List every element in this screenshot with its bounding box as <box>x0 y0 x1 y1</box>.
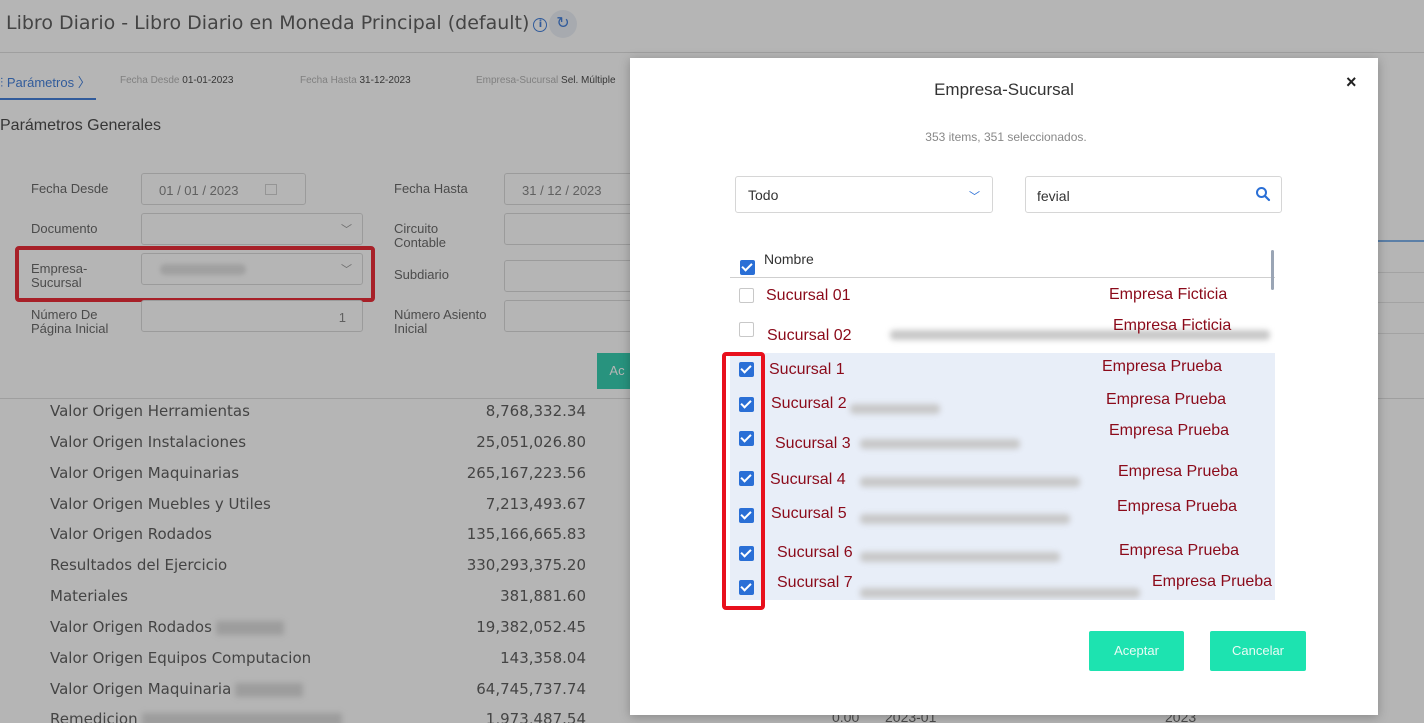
list-item[interactable]: Sucursal 2 Empresa Prueba <box>730 389 1275 423</box>
item-checkbox[interactable] <box>739 322 754 337</box>
item-company: Empresa Prueba <box>1118 463 1239 480</box>
blurred-text <box>860 588 1140 598</box>
filter-select-value: Todo <box>748 187 779 203</box>
search-input[interactable]: fevial <box>1025 176 1282 213</box>
item-name: Sucursal 2 <box>771 395 847 412</box>
item-company: Empresa Prueba <box>1106 391 1227 408</box>
list-item[interactable]: Sucursal 1 Empresa Prueba <box>730 355 1275 389</box>
filter-select[interactable]: Todo ﹀ <box>735 176 993 213</box>
item-company: Empresa Ficticia <box>1109 286 1228 303</box>
list-item[interactable]: Sucursal 5 Empresa Prueba <box>730 491 1275 525</box>
branch-list: Sucursal 01 Empresa Ficticia Sucursal 02… <box>730 278 1275 600</box>
chevron-down-icon: ﹀ <box>969 191 980 203</box>
list-item[interactable]: Sucursal 7 Empresa Prueba <box>730 560 1275 598</box>
selection-count: 353 items, 351 seleccionados. <box>925 130 1087 144</box>
item-company: Empresa Prueba <box>1119 542 1240 559</box>
item-company: Empresa Prueba <box>1152 573 1273 590</box>
item-company: Empresa Prueba <box>1117 498 1238 515</box>
list-item[interactable]: Sucursal 01 Empresa Ficticia <box>730 278 1275 312</box>
blurred-text <box>860 439 1020 449</box>
item-name: Sucursal 01 <box>766 287 851 304</box>
cancel-button[interactable]: Cancelar <box>1210 631 1306 671</box>
blurred-text <box>860 514 1070 524</box>
blurred-text <box>850 404 940 414</box>
close-icon[interactable]: × <box>1346 72 1357 93</box>
item-name: Sucursal 7 <box>777 574 853 591</box>
highlight-box-checkboxes <box>722 352 765 610</box>
list-header: Nombre <box>730 243 1275 278</box>
item-name: Sucursal 1 <box>769 361 845 378</box>
item-name: Sucursal 3 <box>775 435 851 452</box>
item-name: Sucursal 02 <box>767 327 852 344</box>
list-item[interactable]: Sucursal 6 Empresa Prueba <box>730 526 1275 562</box>
column-header-nombre: Nombre <box>764 251 814 267</box>
item-company: Empresa Prueba <box>1109 422 1230 439</box>
list-item[interactable]: Sucursal 3 Empresa Prueba <box>730 422 1275 457</box>
item-checkbox[interactable] <box>739 288 754 303</box>
modal-title: Empresa-Sucursal <box>934 80 1074 99</box>
search-icon[interactable] <box>1255 186 1271 202</box>
empresa-sucursal-modal: Empresa-Sucursal × 353 items, 351 selecc… <box>630 58 1378 715</box>
accept-button[interactable]: Aceptar <box>1089 631 1184 671</box>
item-company: Empresa Prueba <box>1102 358 1223 375</box>
select-all-checkbox[interactable] <box>740 260 755 275</box>
item-company: Empresa Ficticia <box>1113 317 1232 334</box>
blurred-text <box>860 477 1080 487</box>
search-input-value: fevial <box>1037 188 1070 204</box>
item-name: Sucursal 5 <box>771 505 847 522</box>
item-name: Sucursal 4 <box>770 471 846 488</box>
list-item[interactable]: Sucursal 02 Empresa Ficticia <box>730 316 1275 350</box>
list-item[interactable]: Sucursal 4 Empresa Prueba <box>730 457 1275 491</box>
